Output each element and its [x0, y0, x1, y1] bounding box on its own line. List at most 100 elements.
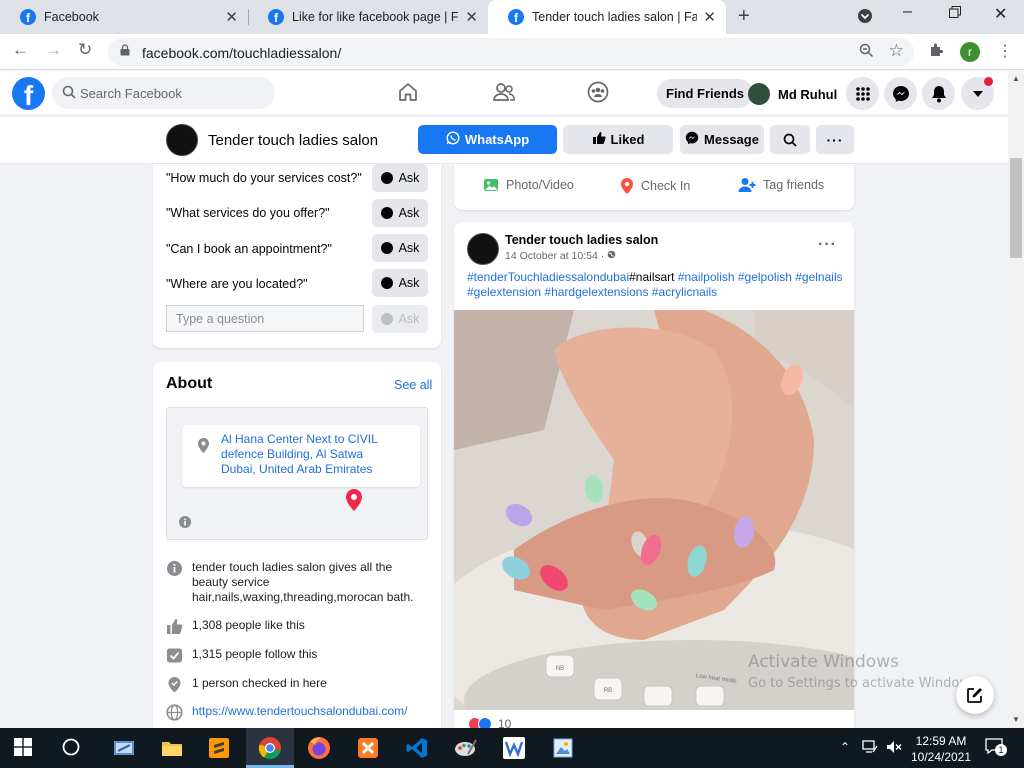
xampp-icon[interactable]: [356, 736, 380, 760]
windows-start-icon[interactable]: [14, 738, 32, 756]
checkins-count: 1 person checked in here: [192, 676, 327, 690]
user-profile-chip[interactable]: Md Ruhul: [748, 80, 837, 108]
extensions-icon[interactable]: [928, 42, 944, 62]
faq-question[interactable]: "Can I book an appointment?": [166, 242, 332, 256]
address-link[interactable]: Al Hana Center Next to CIVIL defence Bui…: [221, 432, 401, 477]
faq-question[interactable]: "What services do you offer?": [166, 206, 330, 220]
tab-close-icon[interactable]: ✕: [703, 8, 716, 26]
info-icon[interactable]: [179, 516, 191, 528]
facebook-favicon-icon: f: [508, 9, 524, 25]
browser-menu-icon[interactable]: ⋮: [997, 41, 1013, 61]
browser-toolbar: ← → ↻ facebook.com/touchladiessalon/ ☆ r…: [0, 34, 1024, 70]
hashtag-link[interactable]: #tenderTouchladiessalondubai: [467, 270, 629, 284]
check-in-button[interactable]: Check In: [620, 177, 690, 195]
page-search-button[interactable]: [770, 125, 810, 154]
profile-avatar[interactable]: r: [960, 42, 980, 62]
ask-label: Ask: [398, 171, 420, 185]
messenger-button[interactable]: [884, 77, 917, 110]
tray-overflow-icon[interactable]: ⌃: [840, 740, 850, 754]
tab-search-icon[interactable]: [857, 8, 873, 29]
file-explorer-icon[interactable]: [160, 736, 184, 760]
action-center-button[interactable]: 1: [985, 738, 1007, 757]
ask-button-disabled[interactable]: Ask: [372, 305, 428, 333]
scroll-up-icon[interactable]: ▲: [1012, 74, 1020, 83]
post-timestamp[interactable]: 14 October at 10:54 ·: [505, 250, 616, 262]
home-icon[interactable]: [397, 81, 419, 103]
whatsapp-button[interactable]: WhatsApp: [418, 125, 557, 154]
facebook-search-input[interactable]: Search Facebook: [52, 77, 275, 109]
notifications-button[interactable]: [922, 77, 955, 110]
ask-label: Ask: [398, 241, 420, 255]
forward-icon[interactable]: →: [45, 40, 62, 60]
message-button[interactable]: Message: [680, 125, 764, 154]
photos-app-icon[interactable]: [551, 736, 575, 760]
browser-tab-3-active[interactable]: f Tender touch ladies salon | Faceb ✕: [488, 0, 726, 34]
see-all-link[interactable]: See all: [394, 378, 432, 392]
search-circle-icon[interactable]: [62, 738, 80, 756]
about-checkins-row: 1 person checked in here: [166, 676, 327, 693]
system-clock[interactable]: 12:59 AM 10/24/2021: [910, 733, 972, 765]
search-icon: [62, 85, 76, 99]
message-label: Message: [704, 132, 759, 147]
ask-button[interactable]: Ask: [372, 234, 428, 262]
photo-video-button[interactable]: Photo/Video: [483, 177, 574, 193]
website-link[interactable]: https://www.tendertouchsalondubai.com/: [192, 704, 407, 721]
ask-button[interactable]: Ask: [372, 269, 428, 297]
messenger-icon: [380, 242, 393, 254]
checkin-pin-icon: [168, 677, 181, 693]
new-message-button[interactable]: [956, 676, 994, 714]
tab-close-icon[interactable]: ✕: [465, 8, 478, 26]
post-author-name[interactable]: Tender touch ladies salon: [505, 233, 658, 247]
question-input[interactable]: Type a question: [166, 305, 364, 332]
scroll-down-icon[interactable]: ▼: [1012, 715, 1020, 724]
browser-tab-1[interactable]: f Facebook ✕: [0, 0, 248, 34]
menu-grid-button[interactable]: [846, 77, 879, 110]
post-reactions[interactable]: 10: [468, 717, 511, 728]
firefox-icon[interactable]: [307, 736, 331, 760]
screenshot-app-icon[interactable]: [112, 736, 136, 760]
faq-question[interactable]: "How much do your services cost?": [166, 171, 362, 185]
page-avatar[interactable]: [166, 124, 198, 156]
vscode-icon[interactable]: [405, 736, 429, 760]
clock-date: 10/24/2021: [910, 750, 972, 764]
minimize-icon[interactable]: –: [903, 3, 912, 21]
wps-writer-icon[interactable]: [502, 736, 526, 760]
close-window-icon[interactable]: ✕: [994, 4, 1007, 24]
scrollbar-thumb[interactable]: [1010, 158, 1022, 258]
ask-button[interactable]: Ask: [372, 199, 428, 227]
messenger-icon: [380, 277, 393, 289]
address-bar[interactable]: facebook.com/touchladiessalon/ ☆: [108, 38, 914, 66]
restore-icon[interactable]: [949, 5, 961, 23]
new-tab-button[interactable]: +: [738, 5, 750, 28]
address-box[interactable]: Al Hana Center Next to CIVIL defence Bui…: [182, 425, 420, 487]
tab-close-icon[interactable]: ✕: [225, 8, 238, 26]
volume-muted-icon[interactable]: [886, 740, 902, 754]
reload-icon[interactable]: ↻: [78, 40, 92, 60]
liked-button[interactable]: Liked: [563, 125, 673, 154]
info-icon: [167, 561, 182, 576]
sublime-text-icon[interactable]: [207, 736, 231, 760]
browser-tab-2[interactable]: f Like for like facebook page | Face ✕: [248, 0, 488, 34]
chrome-icon[interactable]: [258, 736, 282, 760]
faq-question[interactable]: "Where are you located?": [166, 277, 308, 291]
page-more-button[interactable]: ···: [816, 125, 854, 154]
tag-friends-button[interactable]: Tag friends: [738, 177, 824, 193]
photo-icon: [484, 179, 498, 191]
composer-actions-card: Photo/Video Check In Tag friends: [454, 164, 854, 210]
friends-icon[interactable]: [492, 81, 516, 103]
back-icon[interactable]: ←: [12, 40, 29, 60]
ask-button[interactable]: Ask: [372, 164, 428, 192]
paint-icon[interactable]: [454, 736, 478, 760]
post-author-avatar[interactable]: [467, 233, 499, 265]
bookmark-star-icon[interactable]: ☆: [889, 41, 904, 61]
zoom-icon[interactable]: [859, 43, 874, 62]
clock-time: 12:59 AM: [915, 734, 967, 748]
facebook-logo-icon[interactable]: f: [12, 77, 45, 110]
facebook-favicon-icon: f: [268, 9, 284, 25]
network-icon[interactable]: [862, 740, 878, 754]
post-photo[interactable]: NB RB Low heat mode: [454, 310, 854, 710]
groups-icon[interactable]: [587, 81, 609, 103]
page-name[interactable]: Tender touch ladies salon: [208, 132, 378, 149]
post-options-button[interactable]: ···: [818, 236, 837, 254]
find-friends-button[interactable]: Find Friends: [657, 79, 753, 108]
